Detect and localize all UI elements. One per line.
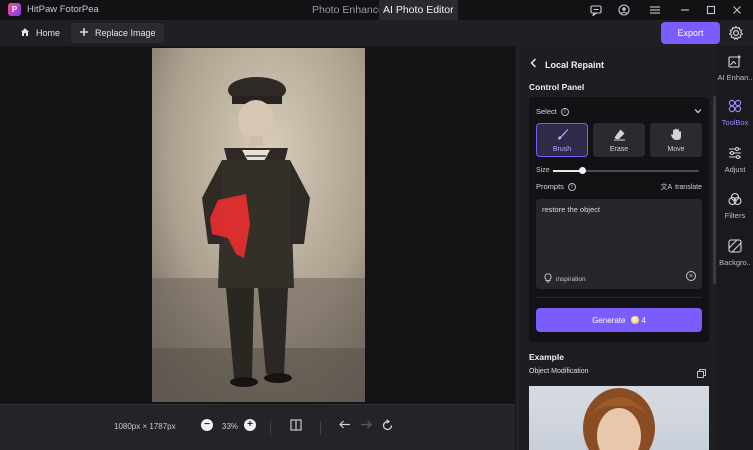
select-label: Select <box>536 107 557 116</box>
panel-scrollbar[interactable] <box>713 96 716 284</box>
panel-header: Local Repaint <box>530 58 604 71</box>
image-dimensions: 1080px × 1787px <box>114 422 176 431</box>
inspiration-label: inspiration <box>556 275 586 283</box>
replace-image-label: Replace Image <box>95 28 156 38</box>
export-button[interactable]: Export <box>661 22 720 44</box>
select-row[interactable]: Select i <box>536 107 702 116</box>
filters-icon <box>728 192 742 209</box>
right-tool-rail: AI Enhan.. ToolBox Adjust Filters Backgr… <box>717 46 753 450</box>
rail-label: Adjust <box>724 165 746 174</box>
home-icon <box>20 27 30 40</box>
generate-button[interactable]: Generate 4 <box>536 308 702 332</box>
credit-count: 4 <box>641 315 646 325</box>
maximize-icon[interactable] <box>703 2 719 18</box>
brush-icon <box>556 128 569 144</box>
app-title: HitPaw FotorPea <box>27 4 99 15</box>
canvas-bottom-bar: 1080px × 1787px − 33% + <box>0 404 515 450</box>
prompts-row: Prompts i 文A translate <box>536 182 702 191</box>
menu-icon[interactable] <box>647 2 663 18</box>
back-icon[interactable] <box>530 58 537 71</box>
generate-label: Generate <box>592 315 626 325</box>
top-toolbar: Home Replace Image <box>0 20 753 46</box>
vintage-boy-photo[interactable] <box>152 48 365 402</box>
tab-ai-photo-editor[interactable]: AI Photo Editor <box>379 0 458 20</box>
example-image[interactable] <box>529 386 709 450</box>
reset-icon[interactable] <box>381 419 394 432</box>
hand-icon <box>670 128 682 144</box>
minimize-icon[interactable] <box>677 2 693 18</box>
home-button[interactable]: Home <box>12 23 68 43</box>
erase-label: Erase <box>609 145 629 153</box>
move-label: Move <box>667 145 685 153</box>
prompts-label: Prompts <box>536 182 564 191</box>
prompt-text[interactable]: restore the object <box>542 205 600 214</box>
size-slider-handle[interactable] <box>578 167 586 174</box>
app-logo-icon: P <box>8 3 21 16</box>
copy-icon[interactable] <box>697 369 706 380</box>
divider <box>270 421 271 435</box>
rail-label: ToolBox <box>721 118 749 127</box>
erase-tool-button[interactable]: Erase <box>593 123 645 157</box>
home-label: Home <box>36 28 61 38</box>
app-window: P HitPaw FotorPea Photo Enhancer AI Phot… <box>0 0 753 450</box>
rail-label: AI Enhan.. <box>717 73 753 82</box>
control-panel: Select i Brush Erase Move Size Prompts i… <box>529 97 709 342</box>
clear-icon[interactable]: × <box>686 271 696 281</box>
eraser-icon <box>613 128 626 144</box>
panel-title: Local Repaint <box>545 59 605 70</box>
plus-icon: + <box>244 419 256 431</box>
size-slider-fill <box>553 170 583 172</box>
prompt-input[interactable]: restore the object inspiration × <box>536 199 702 289</box>
toolbox-icon <box>728 99 742 116</box>
gear-icon[interactable] <box>727 24 745 42</box>
rail-item-background[interactable]: Backgro.. <box>717 239 753 267</box>
info-icon[interactable]: i <box>560 107 569 116</box>
plus-icon <box>79 27 89 40</box>
rail-item-adjust[interactable]: Adjust <box>717 146 753 174</box>
adjust-icon <box>728 146 742 163</box>
zoom-level: 33% <box>222 422 239 431</box>
redo-icon[interactable] <box>360 419 373 430</box>
translate-button[interactable]: 文A translate <box>660 182 702 192</box>
rail-label: Backgro.. <box>719 258 751 267</box>
chevron-down-icon[interactable] <box>694 107 702 116</box>
divider <box>320 421 321 435</box>
brush-tool-button[interactable]: Brush <box>536 123 588 157</box>
zoom-in-button[interactable]: + <box>244 419 256 431</box>
undo-icon[interactable] <box>338 419 351 430</box>
ai-enhance-icon <box>728 54 742 71</box>
example-title: Example <box>529 352 564 362</box>
local-repaint-panel: Local Repaint Control Panel Select i Bru… <box>517 46 717 450</box>
translate-icon: 文A <box>660 184 673 191</box>
rail-item-toolbox[interactable]: ToolBox <box>717 99 753 127</box>
control-panel-title: Control Panel <box>529 82 585 92</box>
title-bar: P HitPaw FotorPea Photo Enhancer AI Phot… <box>0 0 753 20</box>
coin-icon <box>631 316 640 324</box>
message-icon[interactable] <box>588 2 604 18</box>
brush-label: Brush <box>552 145 572 153</box>
rail-item-filters[interactable]: Filters <box>717 192 753 220</box>
zoom-out-button[interactable]: − <box>201 419 213 431</box>
account-icon[interactable] <box>616 2 632 18</box>
divider <box>536 297 702 298</box>
editor-canvas[interactable] <box>0 46 515 404</box>
size-label: Size <box>536 167 550 174</box>
lightbulb-icon <box>544 273 552 285</box>
background-icon <box>728 239 742 256</box>
compare-icon[interactable] <box>290 419 302 431</box>
info-icon[interactable]: i <box>567 182 576 191</box>
object-modification-label: Object Modification <box>529 368 589 375</box>
translate-label: translate <box>675 184 702 191</box>
replace-image-button[interactable]: Replace Image <box>71 23 164 43</box>
close-icon[interactable] <box>729 2 745 18</box>
inspiration-button[interactable]: inspiration <box>544 273 586 285</box>
rail-item-ai-enhance[interactable]: AI Enhan.. <box>717 54 753 82</box>
move-tool-button[interactable]: Move <box>650 123 702 157</box>
size-slider[interactable] <box>553 167 699 174</box>
minus-icon: − <box>201 419 213 431</box>
rail-label: Filters <box>724 211 746 220</box>
